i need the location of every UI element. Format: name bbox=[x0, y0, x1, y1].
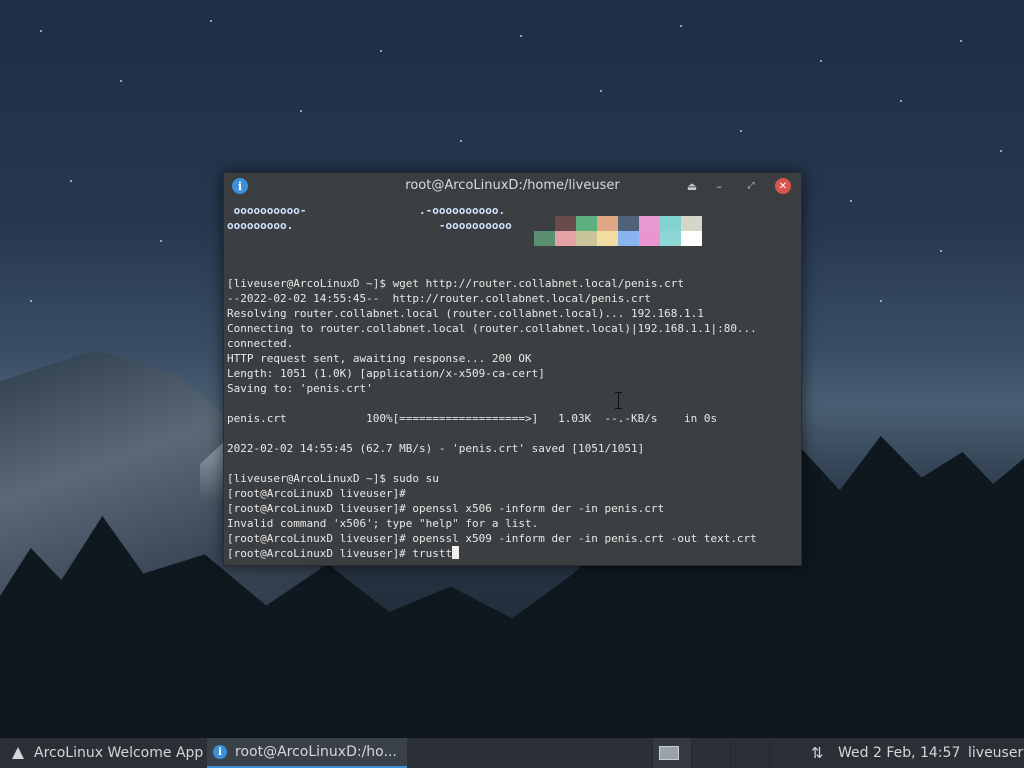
title-bar[interactable]: i root@ArcoLinuxD:/home/liveuser ⏏ – ⤢ ✕ bbox=[224, 173, 801, 200]
close-button[interactable]: ✕ bbox=[775, 178, 791, 194]
color-swatch bbox=[660, 231, 681, 246]
terminal-line: --2022-02-02 14:55:45-- http://router.co… bbox=[227, 292, 651, 305]
color-swatch bbox=[681, 216, 702, 231]
color-swatch bbox=[639, 216, 660, 231]
clock[interactable]: Wed 2 Feb, 14:57 bbox=[838, 738, 960, 768]
color-palette-row bbox=[534, 216, 702, 231]
color-swatch bbox=[597, 231, 618, 246]
color-swatch bbox=[618, 216, 639, 231]
terminal-line: [root@ArcoLinuxD liveuser]# bbox=[227, 487, 406, 500]
taskbar-terminal[interactable]: i root@ArcoLinuxD:/ho... bbox=[207, 738, 407, 768]
color-swatch bbox=[597, 216, 618, 231]
user-menu[interactable]: liveuser bbox=[968, 738, 1023, 768]
color-swatch bbox=[534, 216, 555, 231]
color-swatch bbox=[618, 231, 639, 246]
terminal-line: connected. bbox=[227, 337, 294, 350]
ibeam-cursor-icon bbox=[614, 392, 623, 409]
color-palette-row bbox=[534, 231, 702, 246]
arcolinux-logo-icon bbox=[12, 747, 24, 759]
terminal-line: 2022-02-02 14:55:45 (62.7 MB/s) - 'penis… bbox=[227, 442, 645, 455]
workspace-3[interactable] bbox=[730, 738, 769, 768]
color-swatch bbox=[681, 231, 702, 246]
terminal-line: [liveuser@ArcoLinuxD ~]$ sudo su bbox=[227, 472, 439, 485]
window-thumbnail-icon bbox=[659, 746, 679, 760]
terminal-line: [liveuser@ArcoLinuxD ~]$ wget http://rou… bbox=[227, 277, 684, 290]
taskbar-terminal-label: root@ArcoLinuxD:/ho... bbox=[235, 744, 397, 760]
terminal-line: Connecting to router.collabnet.local (ro… bbox=[227, 322, 757, 335]
terminal-line: Saving to: 'penis.crt' bbox=[227, 382, 373, 395]
taskbar: ArcoLinux Welcome App i root@ArcoLinuxD:… bbox=[0, 738, 1024, 768]
shade-button[interactable]: ⏏ bbox=[684, 178, 700, 194]
workspace-4[interactable] bbox=[769, 738, 808, 768]
terminal-output[interactable]: oooooooooo- .-oooooooooo. ooooooooo. -oo… bbox=[224, 200, 801, 565]
app-menu-button[interactable] bbox=[4, 738, 32, 768]
workspace-2[interactable] bbox=[691, 738, 730, 768]
color-swatch bbox=[555, 231, 576, 246]
terminal-line: Resolving router.collabnet.local (router… bbox=[227, 307, 704, 320]
color-swatch bbox=[555, 216, 576, 231]
terminal-line: Invalid command 'x506'; type "help" for … bbox=[227, 517, 539, 530]
workspace-1[interactable] bbox=[652, 738, 691, 768]
text-cursor bbox=[452, 546, 460, 559]
color-swatch bbox=[576, 216, 597, 231]
terminal-line: HTTP request sent, awaiting response... … bbox=[227, 352, 532, 365]
terminal-line: [root@ArcoLinuxD liveuser]# openssl x509… bbox=[227, 532, 757, 545]
info-icon: i bbox=[213, 745, 227, 759]
network-icon[interactable]: ⇅ bbox=[811, 738, 824, 768]
terminal-line: [root@ArcoLinuxD liveuser]# openssl x506… bbox=[227, 502, 665, 515]
color-swatch bbox=[534, 231, 555, 246]
prompt-text: [root@ArcoLinuxD liveuser]# trustt bbox=[227, 547, 453, 560]
terminal-line: Length: 1051 (1.0K) [application/x-x509-… bbox=[227, 367, 545, 380]
taskbar-welcome-app[interactable]: ArcoLinux Welcome App bbox=[34, 738, 203, 768]
command-prompt[interactable]: [root@ArcoLinuxD liveuser]# trustt bbox=[227, 546, 460, 561]
terminal-window[interactable]: i root@ArcoLinuxD:/home/liveuser ⏏ – ⤢ ✕… bbox=[223, 172, 802, 566]
color-swatch bbox=[660, 216, 681, 231]
maximize-button[interactable]: ⤢ bbox=[743, 178, 759, 194]
color-swatch bbox=[639, 231, 660, 246]
neofetch-line: ooooooooo. -oooooooooo bbox=[227, 219, 512, 232]
progress-line: penis.crt 100%[===================>] 1.0… bbox=[227, 412, 718, 425]
color-swatch bbox=[576, 231, 597, 246]
minimize-button[interactable]: – bbox=[711, 178, 727, 194]
neofetch-line: oooooooooo- .-oooooooooo. bbox=[227, 204, 506, 217]
